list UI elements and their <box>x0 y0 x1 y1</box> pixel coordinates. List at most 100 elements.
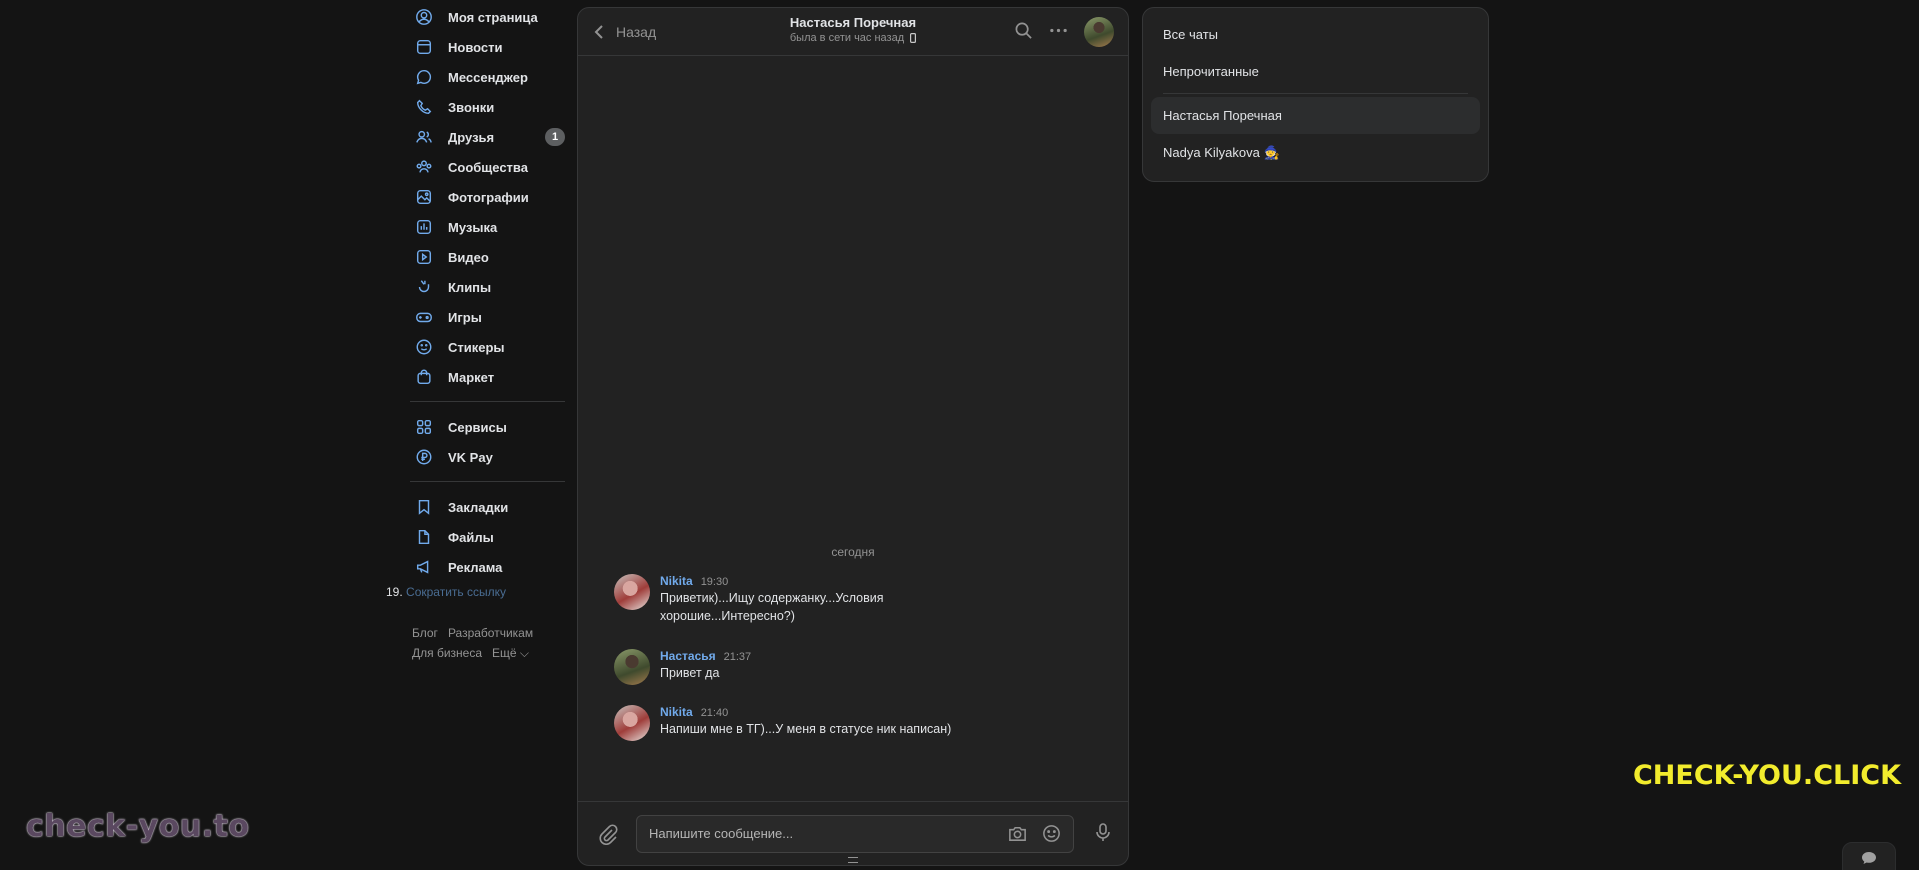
nav-item-ads[interactable]: Реклама <box>410 552 565 582</box>
nav-label: Игры <box>448 309 482 325</box>
message-time: 21:37 <box>723 651 752 663</box>
search-button[interactable] <box>1014 21 1033 43</box>
chat-entry-nadya[interactable]: Nadya Kilyakova 🧙 <box>1151 134 1480 171</box>
nav-item-clips[interactable]: Клипы <box>410 272 565 302</box>
nav-item-stickers[interactable]: Стикеры <box>410 332 565 362</box>
message-item: Настасья 21:37 Привет да <box>614 649 751 685</box>
nav-divider <box>410 481 565 482</box>
message-item: Nikita 21:40 Напиши мне в ТГ)...У меня в… <box>614 705 951 741</box>
floating-chat-button[interactable] <box>1842 842 1896 870</box>
filter-all-chats[interactable]: Все чаты <box>1151 16 1480 53</box>
nav-label: Новости <box>448 39 503 55</box>
nav-label: Реклама <box>448 559 503 575</box>
file-icon <box>414 527 434 547</box>
nav-label: Файлы <box>448 529 494 545</box>
chat-bubble-icon <box>1862 852 1876 864</box>
message-author[interactable]: Nikita <box>660 574 693 588</box>
watermark-right: CHECK-YOU.CLICK <box>1632 760 1901 791</box>
message-text: Приветик)...Ищу содержанку...Условия хор… <box>660 591 884 623</box>
chat-filter-panel: Все чаты Непрочитанные Настасья Поречная… <box>1142 7 1489 182</box>
nav-item-photos[interactable]: Фотографии <box>410 182 565 212</box>
filter-unread[interactable]: Непрочитанные <box>1151 53 1480 90</box>
nav-label: Фотографии <box>448 189 529 205</box>
nav-label: Закладки <box>448 499 509 515</box>
nav-label: Сервисы <box>448 419 507 435</box>
megaphone-icon <box>414 557 434 577</box>
nav-item-news[interactable]: Новости <box>410 32 565 62</box>
photo-icon <box>414 187 434 207</box>
video-icon <box>414 247 434 267</box>
resize-handle[interactable] <box>848 857 858 863</box>
nav-label: Моя страница <box>448 9 538 25</box>
footer-link-blog[interactable]: Блог <box>412 626 438 640</box>
nav-item-files[interactable]: Файлы <box>410 522 565 552</box>
nav-item-vk-pay[interactable]: VK Pay <box>410 442 565 472</box>
search-icon <box>1015 22 1032 39</box>
nav-label: Мессенджер <box>448 69 528 85</box>
chat-entry-nastasya[interactable]: Настасья Поречная <box>1151 97 1480 134</box>
nav-item-music[interactable]: Музыка <box>410 212 565 242</box>
nav-label: Стикеры <box>448 339 505 355</box>
nav-item-calls[interactable]: Звонки <box>410 92 565 122</box>
nav-item-market[interactable]: Маркет <box>410 362 565 392</box>
vkpay-icon <box>414 447 434 467</box>
friends-icon <box>414 127 434 147</box>
sender-avatar[interactable] <box>614 574 650 610</box>
user-circle-icon <box>414 7 434 27</box>
sender-avatar[interactable] <box>614 649 650 685</box>
shorten-link[interactable]: Сократить ссылку <box>406 585 506 599</box>
header-actions <box>1014 17 1114 47</box>
list-number: 19. <box>386 585 403 599</box>
footer-link-more[interactable]: Ещё ⌵ <box>492 646 529 661</box>
more-dots-icon <box>1050 28 1067 33</box>
message-time: 19:30 <box>700 576 729 588</box>
nav-item-video[interactable]: Видео <box>410 242 565 272</box>
nav-label: Музыка <box>448 219 498 235</box>
message-author[interactable]: Настасья <box>660 649 716 663</box>
nav-item-communities[interactable]: Сообщества <box>410 152 565 182</box>
mobile-phone-icon <box>910 33 917 43</box>
nav-label: Сообщества <box>448 159 528 175</box>
nav-item-my-page[interactable]: Моя страница <box>410 2 565 32</box>
footer-link-developers[interactable]: Разработчикам <box>448 626 533 640</box>
phone-icon <box>414 97 434 117</box>
sender-avatar[interactable] <box>614 705 650 741</box>
nav-item-games[interactable]: Игры <box>410 302 565 332</box>
paperclip-icon <box>599 823 618 845</box>
nav-item-friends[interactable]: Друзья 1 <box>410 122 565 152</box>
message-input[interactable] <box>649 826 1005 841</box>
nav-label: Маркет <box>448 369 495 385</box>
smile-icon <box>1042 825 1060 842</box>
filter-divider <box>1163 93 1468 94</box>
online-status-text: была в сети час назад <box>789 32 905 44</box>
emoji-button[interactable] <box>1039 822 1063 846</box>
chat-avatar[interactable] <box>1084 17 1114 47</box>
grid-icon <box>414 417 434 437</box>
camera-icon <box>1008 827 1026 841</box>
more-button[interactable] <box>1049 21 1068 43</box>
gamepad-icon <box>414 307 434 327</box>
nav-label: Клипы <box>448 279 492 295</box>
footer-links: Блог Разработчикам Для бизнеса Ещё ⌵ <box>410 626 565 661</box>
shorten-link-row: 19. Сократить ссылку <box>386 585 506 599</box>
nav-label: Звонки <box>448 99 495 115</box>
nav-divider <box>410 401 565 402</box>
voice-message-button[interactable] <box>1092 821 1114 846</box>
date-separator: сегодня <box>831 545 875 559</box>
message-time: 21:40 <box>700 707 729 719</box>
nav-label: Друзья <box>448 129 495 145</box>
nav-label: Видео <box>448 249 489 265</box>
chat-panel: Назад Настасья Поречная была в сети час … <box>577 7 1129 866</box>
nav-item-bookmarks[interactable]: Закладки <box>410 492 565 522</box>
nav-item-messenger[interactable]: Мессенджер <box>410 62 565 92</box>
footer-link-business[interactable]: Для бизнеса <box>412 646 482 661</box>
camera-button[interactable] <box>1005 822 1029 846</box>
message-input-wrapper <box>636 814 1074 853</box>
attach-button[interactable] <box>596 822 620 846</box>
message-author[interactable]: Nikita <box>660 705 693 719</box>
message-item: Nikita 19:30 Приветик)...Ищу содержанку.… <box>614 574 930 625</box>
newspaper-icon <box>414 37 434 57</box>
nav-item-services[interactable]: Сервисы <box>410 412 565 442</box>
message-text: Напиши мне в ТГ)...У меня в статусе ник … <box>660 722 952 736</box>
message-bubble-icon <box>414 67 434 87</box>
